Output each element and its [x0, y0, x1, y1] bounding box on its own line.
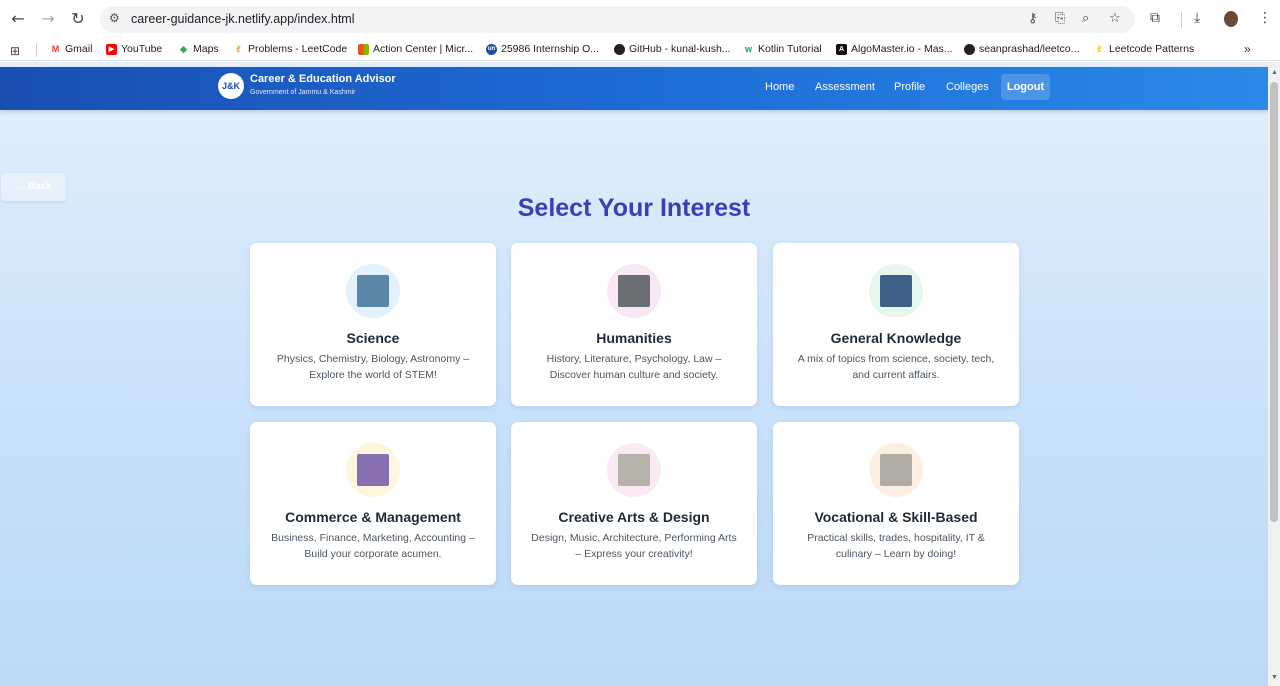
bookmark-leetcode-patterns[interactable]: ℓ Leetcode Patterns	[1094, 43, 1194, 55]
interest-card-science[interactable]: Science Physics, Chemistry, Biology, Ast…	[250, 243, 496, 406]
zoom-icon[interactable]: ⌕	[1082, 11, 1089, 26]
nav-home[interactable]: Home	[765, 81, 794, 93]
humanities-image	[618, 275, 650, 307]
url-text[interactable]: career-guidance-jk.netlify.app/index.htm…	[131, 12, 355, 26]
bookmark-label: Kotlin Tutorial	[758, 43, 822, 55]
science-image	[357, 275, 389, 307]
password-key-icon[interactable]: ⚷	[1028, 11, 1038, 26]
card-icon-circle	[346, 443, 400, 497]
toolbar-divider	[1181, 12, 1182, 28]
card-title: Commerce & Management	[285, 509, 461, 525]
bookmark-label: Problems - LeetCode	[248, 43, 348, 55]
maps-icon: ◆	[180, 43, 187, 54]
bookmark-action-center[interactable]: Action Center | Micr...	[358, 43, 473, 55]
browser-toolbar: ← → ↻ ⚙ career-guidance-jk.netlify.app/i…	[0, 0, 1280, 38]
youtube-icon: ▶	[106, 43, 117, 55]
creative-arts-image	[618, 454, 650, 486]
scroll-down-icon[interactable]: ▼	[1271, 674, 1278, 681]
bookmarks-divider	[36, 43, 37, 57]
address-bar[interactable]: ⚙ career-guidance-jk.netlify.app/index.h…	[100, 6, 1135, 33]
site-info-icon[interactable]: ⚙	[109, 11, 120, 25]
bookmark-kotlin[interactable]: w Kotlin Tutorial	[743, 43, 822, 55]
jk-logo: J&K	[218, 73, 244, 99]
card-icon-circle	[607, 443, 661, 497]
card-description: A mix of topics from science, society, t…	[797, 353, 995, 381]
leetcode-icon: ℓ	[1097, 43, 1102, 54]
microsoft-icon	[358, 43, 369, 55]
page-viewport: J&K Career & Education Advisor Governmen…	[0, 62, 1268, 686]
card-description: Practical skills, trades, hospitality, I…	[807, 532, 985, 560]
bookmark-star-icon[interactable]: ☆	[1109, 11, 1121, 26]
w3schools-icon: w	[744, 43, 752, 54]
brand-title: Career & Education Advisor	[250, 73, 396, 85]
card-description: Design, Music, Architecture, Performing …	[531, 532, 737, 560]
scrollbar-thumb[interactable]	[1270, 82, 1278, 522]
gmail-icon: M	[51, 43, 60, 54]
card-icon-circle	[346, 264, 400, 318]
bookmark-leetcode[interactable]: ℓ Problems - LeetCode	[233, 43, 347, 55]
brand-subtitle: Government of Jammu & Kashmir	[250, 89, 356, 96]
card-title: Creative Arts & Design	[558, 509, 710, 525]
github-icon	[614, 43, 625, 55]
bookmark-youtube[interactable]: ▶ YouTube	[106, 43, 162, 55]
card-description: History, Literature, Psychology, Law – D…	[546, 353, 722, 381]
vocational-image	[880, 454, 912, 486]
reload-icon[interactable]: ↻	[68, 9, 88, 29]
commerce-image	[357, 454, 389, 486]
card-title: General Knowledge	[830, 330, 962, 346]
page-scrollbar[interactable]: ▲ ▼	[1268, 62, 1280, 686]
card-title: Science	[346, 330, 400, 346]
bookmark-algomaster[interactable]: A AlgoMaster.io - Mas...	[836, 43, 953, 55]
download-icon[interactable]: ⤓	[1194, 10, 1200, 26]
bookmark-label: Maps	[193, 43, 219, 55]
card-icon-circle	[869, 443, 923, 497]
card-title: Humanities	[596, 330, 672, 346]
bookmark-label: 25986 Internship O...	[501, 43, 600, 55]
interest-card-commerce[interactable]: Commerce & Management Business, Finance,…	[250, 422, 496, 585]
general-knowledge-image	[880, 275, 912, 307]
forward-arrow-icon[interactable]: →	[38, 9, 58, 29]
card-icon-circle	[607, 264, 661, 318]
nav-profile[interactable]: Profile	[894, 81, 925, 93]
extensions-icon[interactable]: ⧉	[1150, 10, 1160, 26]
unstop-icon: un	[486, 43, 497, 55]
algomaster-icon: A	[836, 43, 847, 55]
scroll-up-icon[interactable]: ▲	[1271, 69, 1278, 76]
bookmark-label: Action Center | Micr...	[373, 43, 474, 55]
nav-colleges[interactable]: Colleges	[946, 81, 989, 93]
bookmark-gmail[interactable]: M Gmail	[50, 43, 93, 55]
bookmark-internship[interactable]: un 25986 Internship O...	[486, 43, 599, 55]
bookmark-label: AlgoMaster.io - Mas...	[851, 43, 953, 55]
bookmark-label: Leetcode Patterns	[1109, 43, 1195, 55]
github-icon	[964, 43, 975, 55]
card-title: Vocational & Skill-Based	[814, 509, 978, 525]
nav-assessment[interactable]: Assessment	[815, 81, 875, 93]
menu-kebab-icon[interactable]: ⋮	[1258, 10, 1272, 26]
page-title: Select Your Interest	[517, 194, 751, 222]
interest-card-creative-arts[interactable]: Creative Arts & Design Design, Music, Ar…	[511, 422, 757, 585]
bookmark-label: GitHub - kunal-kush...	[629, 43, 731, 55]
bookmark-seanprashad[interactable]: seanprashad/leetco...	[964, 43, 1079, 55]
card-description: Physics, Chemistry, Biology, Astronomy –…	[276, 353, 470, 381]
bookmark-label: YouTube	[121, 43, 163, 55]
interest-card-vocational[interactable]: Vocational & Skill-Based Practical skill…	[773, 422, 1019, 585]
profile-avatar[interactable]	[1224, 11, 1238, 27]
card-icon-circle	[869, 264, 923, 318]
back-arrow-icon[interactable]: ←	[8, 9, 28, 29]
interest-card-general-knowledge[interactable]: General Knowledge A mix of topics from s…	[773, 243, 1019, 406]
card-description: Business, Finance, Marketing, Accounting…	[271, 532, 475, 560]
bookmark-label: seanprashad/leetco...	[979, 43, 1080, 55]
more-bookmarks-icon[interactable]: »	[1244, 42, 1251, 56]
bookmark-label: Gmail	[65, 43, 93, 55]
interest-card-humanities[interactable]: Humanities History, Literature, Psycholo…	[511, 243, 757, 406]
leetcode-icon: ℓ	[236, 43, 241, 54]
install-app-icon[interactable]: ⎘	[1055, 11, 1065, 26]
logout-button[interactable]: Logout	[1001, 74, 1050, 100]
bookmark-maps[interactable]: ◆ Maps	[178, 43, 219, 55]
site-header: J&K Career & Education Advisor Governmen…	[0, 67, 1268, 110]
apps-grid-icon[interactable]: ⊞	[10, 44, 20, 58]
bookmark-github-kunal[interactable]: GitHub - kunal-kush...	[614, 43, 731, 55]
